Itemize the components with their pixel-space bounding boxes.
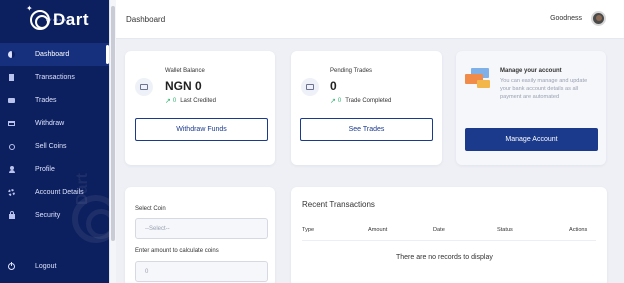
withdraw-funds-button[interactable]: Withdraw Funds [135, 118, 268, 141]
credit-card-icon [8, 120, 15, 127]
sidebar-item-label: Withdraw [35, 120, 65, 127]
trend-up-icon: ↗ [165, 98, 171, 105]
sidebar: ✦ Dart africa Dashboard Transactions Tra… [0, 0, 109, 283]
manage-account-text: You can easily manage and update your ba… [500, 78, 588, 100]
briefcase-icon [8, 97, 15, 104]
username[interactable]: Goodness [550, 15, 582, 22]
sidebar-item-transactions[interactable]: Transactions [0, 66, 109, 89]
column-header-actions: Actions [569, 227, 588, 233]
manage-account-title: Manage your account [500, 68, 562, 74]
see-trades-button[interactable]: See Trades [300, 118, 433, 141]
recent-transactions-card: Recent Transactions Type Amount Date Sta… [291, 187, 607, 283]
sidebar-item-profile[interactable]: Profile [0, 158, 109, 181]
main-content: Wallet Balance NGN 0 ↗ 0 Last Credited W… [116, 40, 624, 283]
column-header-type: Type [302, 227, 315, 233]
avatar[interactable] [591, 11, 606, 26]
wallet-trend-label: Last Credited [180, 98, 216, 104]
document-icon [8, 74, 15, 81]
trend-up-icon: ↗ [330, 98, 336, 105]
wallet-icon [135, 78, 153, 96]
watermark-text: Dart [74, 172, 91, 205]
coin-calculator-card: Select Coin --Select-- Enter amount to c… [125, 187, 275, 283]
sidebar-item-label: Dashboard [35, 51, 70, 58]
pending-trend: ↗ 0 Trade Completed [330, 97, 391, 105]
pie-chart-icon [8, 51, 15, 58]
pending-trades-value: 0 [330, 79, 337, 93]
pending-trend-label: Trade Completed [345, 98, 392, 104]
pending-trend-value: 0 [337, 98, 342, 104]
sidebar-item-trades[interactable]: Trades [0, 89, 109, 112]
wallet-trend: ↗ 0 Last Credited [165, 97, 216, 105]
amount-input[interactable]: 0 [135, 261, 268, 282]
wallet-balance-card: Wallet Balance NGN 0 ↗ 0 Last Credited W… [125, 51, 275, 165]
column-header-status: Status [497, 227, 513, 233]
coins-icon [8, 143, 15, 150]
select-coin-dropdown[interactable]: --Select-- [135, 218, 268, 239]
account-illustration-icon [465, 68, 493, 90]
column-header-amount: Amount [368, 227, 388, 233]
sidebar-item-dashboard[interactable]: Dashboard [0, 43, 109, 66]
scrollbar-thumb[interactable] [111, 6, 115, 241]
wallet-balance-value: NGN 0 [165, 79, 202, 93]
sidebar-item-label: Sell Coins [35, 143, 67, 150]
select-coin-label: Select Coin [135, 206, 166, 212]
page-title: Dashboard [126, 15, 166, 24]
recent-transactions-title: Recent Transactions [302, 200, 375, 209]
column-header-date: Date [433, 227, 445, 233]
wallet-icon [301, 78, 319, 96]
pending-trades-label: Pending Trades [330, 68, 373, 74]
sidebar-item-sell-coins[interactable]: Sell Coins [0, 135, 109, 158]
table-divider [302, 240, 596, 241]
lock-icon [8, 211, 15, 219]
logout-button[interactable]: Logout [0, 255, 109, 278]
power-icon [8, 262, 15, 270]
wallet-balance-label: Wallet Balance [165, 68, 205, 74]
gear-icon [8, 189, 15, 196]
empty-state-message: There are no records to display [396, 254, 493, 261]
pending-trades-card: Pending Trades 0 ↗ 0 Trade Completed See… [291, 51, 442, 165]
user-icon [8, 166, 15, 173]
manage-account-button[interactable]: Manage Account [465, 128, 598, 151]
top-header: Dashboard Goodness [116, 0, 624, 39]
sidebar-item-label: Profile [35, 166, 55, 173]
brand-sub: africa [46, 17, 68, 22]
sparkle-icon: ✦ [26, 4, 33, 13]
sidebar-item-label: Security [35, 212, 61, 219]
logout-label: Logout [35, 263, 57, 270]
sidebar-item-label: Transactions [35, 74, 75, 81]
sidebar-item-label: Trades [35, 97, 57, 104]
manage-account-card: Manage your account You can easily manag… [456, 51, 606, 165]
sidebar-scrollbar[interactable] [109, 0, 116, 283]
amount-label: Enter amount to calculate coins [135, 248, 219, 254]
sidebar-item-withdraw[interactable]: Withdraw [0, 112, 109, 135]
wallet-trend-value: 0 [172, 98, 177, 104]
